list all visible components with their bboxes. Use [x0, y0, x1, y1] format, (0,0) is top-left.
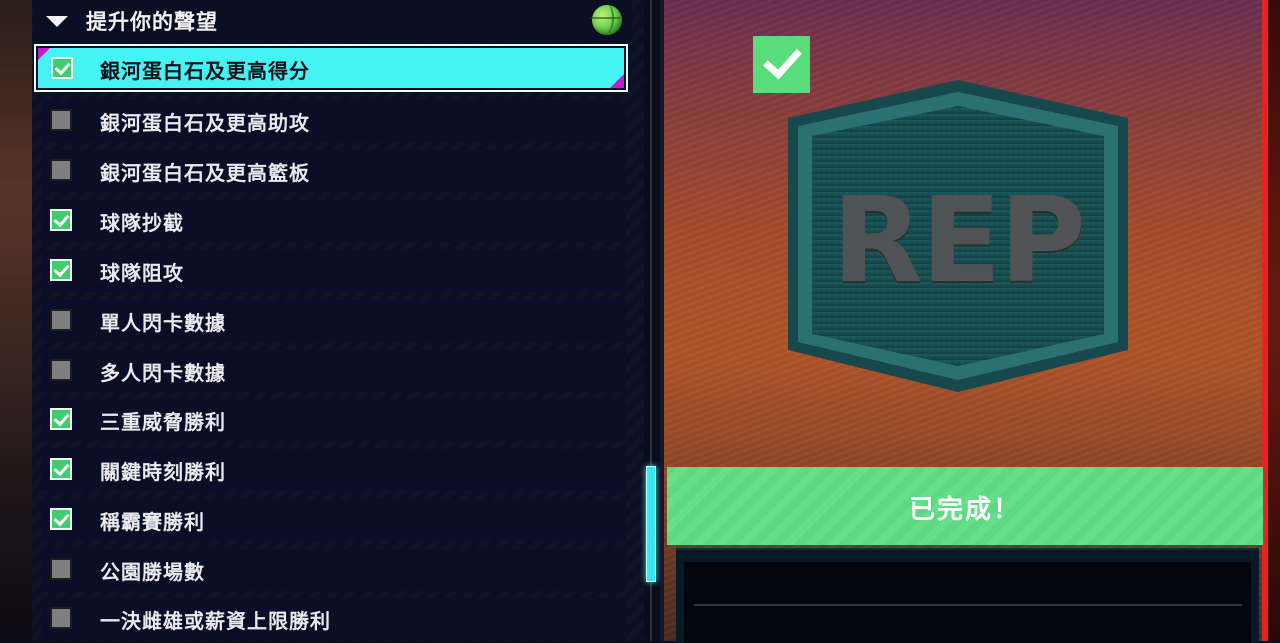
checkbox[interactable]	[51, 57, 73, 79]
completed-status-bar: 已完成！	[667, 467, 1263, 545]
background-art-left	[0, 0, 32, 641]
task-label: 球隊抄截	[100, 211, 184, 235]
badge-text: REP	[832, 171, 1086, 309]
task-label: 公園勝場數	[100, 560, 205, 584]
task-row-9[interactable]: 稱霸賽勝利	[42, 499, 626, 541]
checkbox[interactable]	[50, 109, 72, 131]
section-header[interactable]: 提升你的聲望	[34, 0, 632, 42]
scrollbar-thumb[interactable]	[646, 466, 656, 582]
task-row-2[interactable]: 銀河蛋白石及更高籃板	[42, 150, 626, 192]
section-title: 提升你的聲望	[86, 10, 218, 34]
task-label: 多人閃卡數據	[100, 361, 226, 385]
task-row-3[interactable]: 球隊抄截	[42, 200, 626, 242]
task-row-7[interactable]: 三重威脅勝利	[42, 399, 626, 441]
rep-badge: REP	[768, 78, 1148, 394]
task-label: 關鍵時刻勝利	[100, 460, 226, 484]
scrollbar[interactable]	[646, 0, 658, 641]
checkbox[interactable]	[50, 359, 72, 381]
task-row-5[interactable]: 單人閃卡數據	[42, 300, 626, 342]
task-label: 一決雌雄或薪資上限勝利	[100, 609, 331, 633]
corner-accent	[38, 48, 50, 60]
task-row-11[interactable]: 一決雌雄或薪資上限勝利	[42, 598, 626, 640]
background-art-right	[1268, 0, 1280, 641]
checkbox[interactable]	[50, 259, 72, 281]
task-label: 銀河蛋白石及更高助攻	[100, 111, 310, 135]
checkbox[interactable]	[50, 309, 72, 331]
checkbox[interactable]	[50, 558, 72, 580]
checkbox[interactable]	[50, 458, 72, 480]
task-row-0[interactable]: 銀河蛋白石及更高得分	[34, 44, 628, 92]
task-row-8[interactable]: 關鍵時刻勝利	[42, 449, 626, 491]
task-row-1[interactable]: 銀河蛋白石及更高助攻	[42, 100, 626, 142]
checkbox[interactable]	[50, 508, 72, 530]
task-row-4[interactable]: 球隊阻攻	[42, 250, 626, 292]
task-label: 單人閃卡數據	[100, 311, 226, 335]
divider-line	[694, 604, 1242, 606]
detail-info-inner	[684, 562, 1251, 643]
checkbox[interactable]	[50, 408, 72, 430]
task-label: 稱霸賽勝利	[100, 510, 205, 534]
task-label: 銀河蛋白石及更高籃板	[100, 161, 310, 185]
basketball-icon	[590, 3, 622, 35]
checkbox[interactable]	[50, 209, 72, 231]
task-row-6[interactable]: 多人閃卡數據	[42, 350, 626, 392]
triangle-down-icon	[46, 16, 68, 27]
task-row-10[interactable]: 公園勝場數	[42, 549, 626, 591]
checkbox[interactable]	[50, 607, 72, 629]
detail-info-box	[676, 548, 1259, 643]
task-label: 銀河蛋白石及更高得分	[100, 59, 310, 83]
checkbox[interactable]	[50, 159, 72, 181]
task-label: 球隊阻攻	[100, 261, 184, 285]
status-label: 已完成！	[908, 495, 1021, 525]
corner-accent	[610, 74, 624, 88]
task-label: 三重威脅勝利	[100, 410, 226, 434]
